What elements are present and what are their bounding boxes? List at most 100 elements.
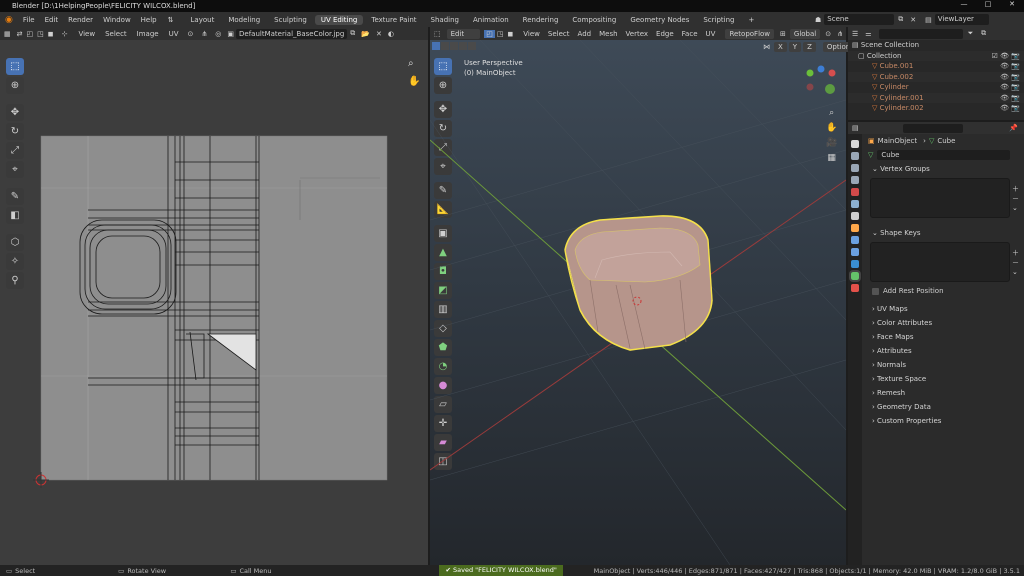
panel-remesh[interactable]: › Remesh — [862, 386, 1024, 400]
outliner-filter-icon[interactable]: ⏷ — [963, 29, 979, 38]
render-tab-icon[interactable] — [851, 152, 859, 160]
pin-icon[interactable]: 📌 — [1009, 124, 1018, 132]
uv-menu-view[interactable]: View — [73, 30, 100, 38]
add-icon[interactable]: ＋ — [1012, 248, 1024, 258]
tool-tab-icon[interactable] — [851, 140, 859, 148]
remove-icon[interactable]: － — [1012, 194, 1024, 204]
menu-help[interactable]: Help — [136, 16, 162, 24]
delete-scene-icon[interactable]: ✕ — [907, 16, 919, 24]
add-rest-position-checkbox[interactable] — [872, 287, 879, 295]
mode-selector[interactable]: Edit Mode — [446, 28, 481, 48]
panel-geometry-data[interactable]: › Geometry Data — [862, 400, 1024, 414]
editor-type-icon[interactable]: ▦ — [0, 30, 15, 38]
view-layer-selector[interactable]: ViewLayer — [934, 14, 989, 25]
panel-vertex-groups[interactable]: ⌄ Vertex Groups — [862, 162, 1024, 176]
editor-type-icon[interactable]: ⬚ — [430, 30, 445, 38]
snap-icon[interactable]: ⋔ — [834, 30, 846, 38]
maximize-button[interactable]: □ — [976, 0, 1000, 8]
menu-window[interactable]: Window — [98, 16, 136, 24]
pivot-icon[interactable]: ⊙ — [184, 30, 198, 38]
new-scene-icon[interactable]: ⧉ — [894, 15, 907, 24]
visibility-icons[interactable]: 👁 📷 — [1000, 61, 1020, 72]
outliner-item[interactable]: ▽ Cylinder 👁 📷 — [848, 82, 1024, 93]
visibility-icons[interactable]: ☑ 👁 📷 — [992, 51, 1020, 62]
image-close-icon[interactable]: ✕ — [373, 30, 385, 38]
orientation-selector[interactable]: Global — [789, 28, 821, 39]
pan-hand-icon[interactable]: ✋ — [826, 121, 837, 136]
shape-keys-list[interactable] — [870, 242, 1010, 282]
viewport-menu-view[interactable]: View — [515, 30, 544, 38]
menu-file[interactable]: File — [18, 16, 40, 24]
tab-compositing[interactable]: Compositing — [566, 15, 622, 25]
tab-scripting[interactable]: Scripting — [697, 15, 740, 25]
add-workspace-button[interactable]: + — [743, 15, 761, 25]
visibility-icons[interactable]: 👁 📷 — [1000, 72, 1020, 83]
outliner-scene-collection[interactable]: ▤ Scene Collection — [848, 40, 1024, 51]
scene-tab-icon[interactable] — [851, 188, 859, 196]
add-icon[interactable]: ＋ — [1012, 184, 1024, 194]
face-mode-icon[interactable]: ◼ — [505, 30, 515, 38]
panel-custom-properties[interactable]: › Custom Properties — [862, 414, 1024, 428]
navigation-gizmo[interactable] — [802, 65, 842, 97]
menu-render[interactable]: Render — [63, 16, 98, 24]
pivot-icon[interactable]: ⊙ — [822, 30, 834, 38]
new-collection-icon[interactable]: ⧉ — [978, 29, 989, 38]
outliner-item[interactable]: ▽ Cylinder.002 👁 📷 — [848, 103, 1024, 114]
tab-sculpting[interactable]: Sculpting — [268, 15, 313, 25]
panel-texture-space[interactable]: › Texture Space — [862, 372, 1024, 386]
tab-shading[interactable]: Shading — [425, 15, 465, 25]
data-name-field[interactable]: Cube — [877, 150, 1010, 160]
zoom-icon[interactable]: ⌕ — [826, 106, 837, 121]
tab-geometry-nodes[interactable]: Geometry Nodes — [624, 15, 695, 25]
viewport-menu-add[interactable]: Add — [574, 30, 596, 38]
tab-animation[interactable]: Animation — [467, 15, 515, 25]
panel-color-attributes[interactable]: › Color Attributes — [862, 316, 1024, 330]
3d-viewport[interactable]: ⋈ X Y Z Options User Perspective (0) Mai… — [430, 40, 858, 565]
image-copy-icon[interactable]: ⧉ — [347, 29, 358, 38]
dropdown-icon[interactable]: ⌄ — [1012, 204, 1024, 212]
object-tab-icon[interactable] — [851, 224, 859, 232]
filter-icon[interactable]: ⚌ — [862, 30, 874, 38]
panel-normals[interactable]: › Normals — [862, 358, 1024, 372]
world-tab-icon[interactable] — [851, 200, 859, 208]
panel-shape-keys[interactable]: ⌄ Shape Keys — [862, 226, 1024, 240]
viewport-menu-mesh[interactable]: Mesh — [595, 30, 621, 38]
sticky-select-icon[interactable]: ⊹ — [56, 30, 74, 38]
panel-attributes[interactable]: › Attributes — [862, 344, 1024, 358]
retopoflow-menu[interactable]: RetopoFlow — [725, 28, 775, 39]
viewport-menu-select[interactable]: Select — [544, 30, 574, 38]
vertex-select-icon[interactable]: ◰ — [25, 30, 36, 38]
viewport-menu-edge[interactable]: Edge — [652, 30, 678, 38]
scene-selector[interactable]: Scene — [824, 14, 895, 25]
snap-icon[interactable]: ⋔ — [197, 30, 211, 38]
workspace-menu-icon[interactable]: ⇅ — [162, 16, 180, 24]
uv-menu-uv[interactable]: UV — [164, 30, 184, 38]
data-tab-icon[interactable] — [849, 270, 861, 282]
panel-face-maps[interactable]: › Face Maps — [862, 330, 1024, 344]
physics-tab-icon[interactable] — [851, 260, 859, 268]
face-select-icon[interactable]: ◼ — [46, 30, 56, 38]
tab-rendering[interactable]: Rendering — [517, 15, 565, 25]
material-tab-icon[interactable] — [851, 284, 859, 292]
outliner-item[interactable]: ▽ Cube.002 👁 📷 — [848, 71, 1024, 83]
properties-search-input[interactable] — [902, 123, 963, 133]
image-name-field[interactable]: DefaultMaterial_BaseColor.jpg — [236, 28, 348, 39]
edge-select-icon[interactable]: ◳ — [35, 30, 46, 38]
uv-sync-icon[interactable]: ⇄ — [15, 30, 25, 38]
visibility-icons[interactable]: 👁 📷 — [1000, 82, 1020, 93]
blender-logo-icon[interactable]: ◉ — [0, 15, 18, 25]
uv-menu-image[interactable]: Image — [132, 30, 164, 38]
vertex-mode-icon[interactable]: ◰ — [484, 29, 495, 38]
tab-texture-paint[interactable]: Texture Paint — [365, 15, 422, 25]
output-tab-icon[interactable] — [851, 164, 859, 172]
close-button[interactable]: ✕ — [1000, 0, 1024, 8]
uv-editor[interactable]: ⬚ ⊕ ✥ ↻ ⤢ ⌖ ✎ ◧ ⬡ ✧ ⚲ ⌕ ✋ — [0, 40, 428, 565]
minimize-button[interactable]: — — [952, 0, 976, 8]
editor-type-icon[interactable]: ▤ — [848, 124, 863, 132]
editor-type-icon[interactable]: ☰ — [848, 30, 862, 38]
view-layer-tab-icon[interactable] — [851, 176, 859, 184]
proportional-icon[interactable]: ◎ — [211, 30, 225, 38]
image-browse-icon[interactable]: ▣ — [225, 30, 236, 38]
modifier-tab-icon[interactable] — [851, 236, 859, 244]
image-open-icon[interactable]: 📂 — [358, 30, 373, 38]
